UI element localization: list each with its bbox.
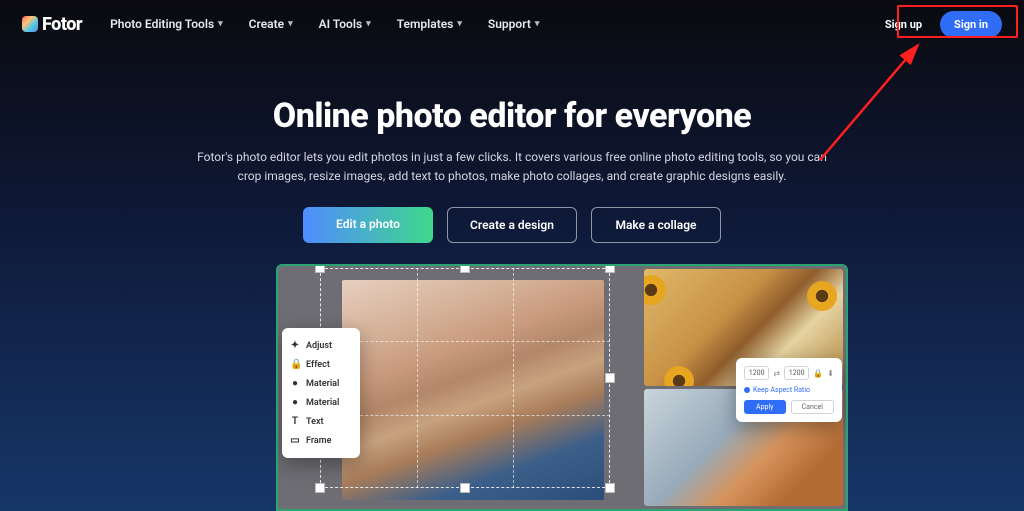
hero: Online photo editor for everyone Fotor's…: [0, 48, 1024, 243]
crop-handle[interactable]: [315, 264, 325, 273]
tool-panel: ✦ Adjust 🔒 Effect ● Material ● Material T Tex…: [282, 328, 360, 458]
make-collage-button[interactable]: Make a collage: [591, 207, 721, 243]
radio-icon: [744, 387, 750, 393]
tool-label: Material: [306, 398, 339, 408]
tool-label: Material: [306, 379, 339, 389]
nav-items: Photo Editing Tools ▾ Create ▾ AI Tools ▾ T…: [110, 17, 875, 31]
signin-button[interactable]: Sign in: [940, 11, 1002, 38]
editor-preview: ✦ Adjust 🔒 Effect ● Material ● Material T Tex…: [276, 264, 848, 511]
edit-photo-button[interactable]: Edit a photo: [303, 207, 433, 243]
chevron-down-icon: ▾: [535, 19, 540, 29]
crop-gridline: [513, 268, 514, 488]
crop-handle[interactable]: [460, 483, 470, 493]
tool-material[interactable]: ● Material: [288, 393, 354, 412]
tool-label: Adjust: [306, 341, 332, 351]
logo-mark-icon: [22, 16, 38, 32]
cancel-button[interactable]: Cancel: [791, 400, 835, 414]
signup-button[interactable]: Sign up: [875, 12, 932, 37]
lock-icon[interactable]: 🔒: [813, 369, 823, 378]
crop-gridline: [320, 415, 610, 416]
lock-icon: 🔒: [290, 359, 300, 370]
tool-material[interactable]: ● Material: [288, 374, 354, 393]
crop-handle[interactable]: [315, 483, 325, 493]
brand-name: Fotor: [42, 14, 82, 35]
brand-logo[interactable]: Fotor: [22, 14, 82, 35]
resize-dimensions-row: 1200 ⇄ 1200 🔒 ⬇: [744, 366, 834, 380]
crop-handle[interactable]: [460, 264, 470, 273]
tool-effect[interactable]: 🔒 Effect: [288, 355, 354, 374]
resize-buttons: Apply Cancel: [744, 400, 834, 414]
cta-row: Edit a photo Create a design Make a coll…: [20, 207, 1004, 243]
chevron-down-icon: ▾: [218, 19, 223, 29]
width-field[interactable]: 1200: [744, 366, 769, 380]
resize-panel: 1200 ⇄ 1200 🔒 ⬇ Keep Aspect Ratio Apply …: [736, 358, 842, 422]
frame-icon: ▭: [290, 435, 300, 446]
tool-frame[interactable]: ▭ Frame: [288, 431, 354, 450]
adjust-icon: ✦: [290, 340, 300, 351]
nav-label: Support: [488, 17, 531, 31]
hero-title: Online photo editor for everyone: [20, 96, 1004, 136]
keep-aspect-label: Keep Aspect Ratio: [753, 386, 810, 394]
nav-templates[interactable]: Templates▾: [397, 17, 462, 31]
sunflower-icon: [807, 281, 837, 311]
material-icon: ●: [290, 378, 300, 389]
keep-aspect-ratio-option[interactable]: Keep Aspect Ratio: [744, 386, 834, 394]
apply-button[interactable]: Apply: [744, 400, 786, 414]
nav-photo-editing-tools[interactable]: Photo Editing Tools ▾: [110, 17, 223, 31]
sunflower-icon: [664, 366, 694, 386]
tool-adjust[interactable]: ✦ Adjust: [288, 336, 354, 355]
chevron-down-icon: ▾: [366, 19, 371, 29]
height-field[interactable]: 1200: [784, 366, 809, 380]
hero-subtitle: Fotor's photo editor lets you edit photo…: [192, 148, 832, 185]
tool-label: Effect: [306, 360, 330, 370]
nav-auth: Sign up Sign in: [875, 11, 1002, 38]
chevron-down-icon: ▾: [457, 19, 462, 29]
create-design-button[interactable]: Create a design: [447, 207, 577, 243]
nav-label: Photo Editing Tools: [110, 17, 214, 31]
nav-support[interactable]: Support ▾: [488, 17, 540, 31]
chevron-down-icon: ▾: [288, 19, 293, 29]
nav-create[interactable]: Create ▾: [249, 17, 293, 31]
sunflower-icon: [644, 275, 666, 305]
nav-label: Templates: [397, 17, 454, 31]
material-icon: ●: [290, 397, 300, 408]
swap-icon[interactable]: ⇄: [773, 369, 780, 378]
crop-handle[interactable]: [605, 373, 615, 383]
download-icon[interactable]: ⬇: [827, 369, 834, 378]
tool-text[interactable]: T Text: [288, 412, 354, 431]
tool-label: Frame: [306, 436, 331, 446]
top-nav: Fotor Photo Editing Tools ▾ Create ▾ AI To…: [0, 0, 1024, 48]
nav-label: AI Tools: [319, 17, 362, 31]
crop-gridline: [417, 268, 418, 488]
crop-handle[interactable]: [605, 483, 615, 493]
canvas-area: ✦ Adjust 🔒 Effect ● Material ● Material T Tex…: [278, 266, 643, 509]
crop-frame[interactable]: [320, 268, 610, 488]
crop-gridline: [320, 341, 610, 342]
crop-handle[interactable]: [605, 264, 615, 273]
tool-label: Text: [306, 417, 324, 427]
nav-ai-tools[interactable]: AI Tools ▾: [319, 17, 371, 31]
nav-label: Create: [249, 17, 284, 31]
text-icon: T: [290, 416, 300, 427]
